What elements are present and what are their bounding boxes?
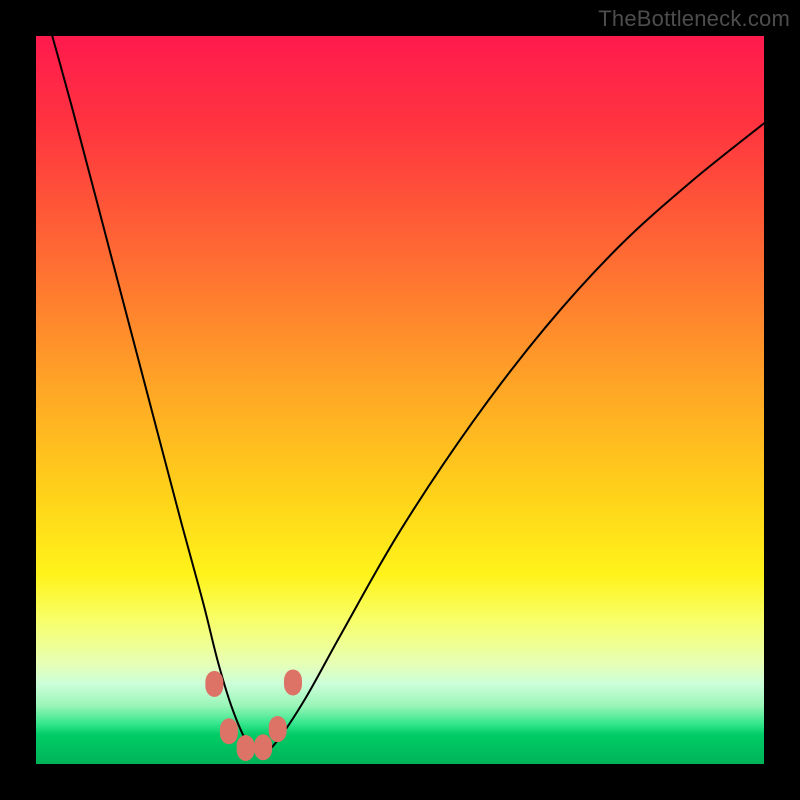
bottleneck-curve xyxy=(36,0,764,753)
plot-area xyxy=(36,36,764,764)
curve-marker xyxy=(269,716,287,742)
curve-marker xyxy=(237,735,255,761)
curve-marker xyxy=(284,669,302,695)
curve-layer xyxy=(36,36,764,764)
attribution-watermark: TheBottleneck.com xyxy=(598,6,790,32)
curve-markers xyxy=(205,669,302,761)
curve-marker xyxy=(220,718,238,744)
chart-frame: TheBottleneck.com xyxy=(0,0,800,800)
curve-marker xyxy=(254,734,272,760)
curve-marker xyxy=(205,671,223,697)
